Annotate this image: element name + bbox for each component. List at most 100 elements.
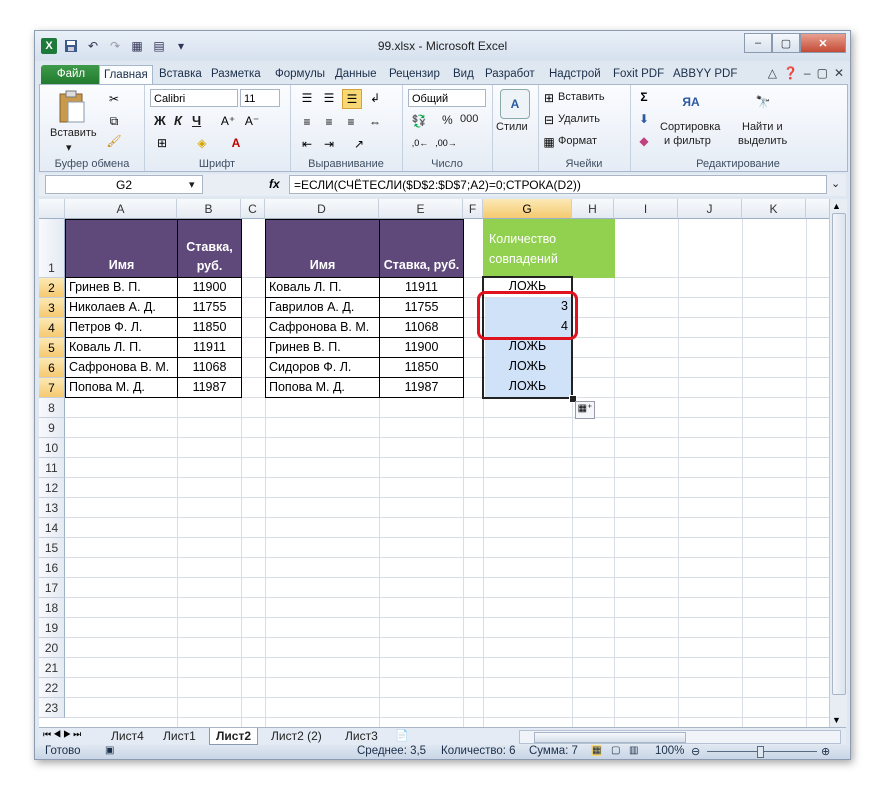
row-header-6[interactable]: 6 [39, 358, 65, 378]
table1-cell-name[interactable]: Петров Ф. Л. [65, 317, 178, 338]
borders-icon[interactable]: ⊞ [154, 135, 170, 151]
paste-button[interactable]: Вставить [50, 127, 97, 139]
row-header-12[interactable]: 12 [39, 478, 65, 498]
scroll-down-icon[interactable]: ▼ [832, 715, 841, 725]
find-select-line2[interactable]: выделить [738, 135, 787, 147]
orientation-icon[interactable]: ↗ [350, 135, 368, 153]
cut-icon[interactable]: ✂ [106, 91, 122, 107]
format-cells-button[interactable]: Формат [558, 135, 597, 147]
table2-cell-name[interactable]: Сафронова В. М. [265, 317, 380, 338]
macro-record-icon[interactable]: ▣ [105, 745, 114, 756]
close-button[interactable]: ✕ [800, 33, 846, 53]
col-header-h[interactable]: H [572, 199, 614, 219]
row-header-23[interactable]: 23 [39, 698, 65, 718]
increase-decimal-icon[interactable]: ,0← [410, 135, 430, 151]
decrease-decimal-icon[interactable]: ,00→ [435, 135, 457, 151]
align-left-icon[interactable]: ≡ [298, 113, 316, 131]
decrease-indent-icon[interactable]: ⇤ [298, 135, 316, 153]
table1-cell-name[interactable]: Николаев А. Д. [65, 297, 178, 318]
row-header-8[interactable]: 8 [39, 398, 65, 418]
table2-cell-name[interactable]: Сидоров Ф. Л. [265, 357, 380, 378]
horizontal-scrollbar[interactable] [519, 730, 841, 744]
format-painter-icon[interactable]: 🖌 [106, 133, 122, 149]
sheet-tab[interactable]: Лист2 (2) [265, 728, 328, 744]
tab-formulas[interactable]: Формулы [271, 65, 329, 84]
doc-minimize-icon[interactable]: – [804, 66, 811, 80]
doc-restore-icon[interactable]: ▢ [817, 66, 828, 80]
name-box-dropdown-icon[interactable]: ▾ [189, 178, 195, 191]
insert-function-button[interactable]: fx [269, 177, 280, 191]
format-cells-icon[interactable]: ▦ [542, 135, 556, 149]
zoom-in-icon[interactable]: ⊕ [821, 745, 830, 758]
col-header-d[interactable]: D [265, 199, 379, 219]
delete-cells-icon[interactable]: ⊟ [542, 113, 556, 127]
table2-cell-name[interactable]: Гринев В. П. [265, 337, 380, 358]
scroll-up-icon[interactable]: ▲ [832, 201, 841, 211]
clear-icon[interactable]: ◆ [636, 133, 652, 149]
table2-cell-name[interactable]: Гаврилов А. Д. [265, 297, 380, 318]
page-layout-view-icon[interactable]: ▢ [611, 745, 620, 756]
row-header-15[interactable]: 15 [39, 538, 65, 558]
tab-foxit-pdf[interactable]: Foxit PDF [609, 65, 668, 84]
align-middle-icon[interactable]: ☰ [320, 89, 338, 107]
maximize-button[interactable]: ▢ [772, 33, 800, 53]
sort-filter-line1[interactable]: Сортировка [660, 121, 720, 133]
row-header-16[interactable]: 16 [39, 558, 65, 578]
row-header-13[interactable]: 13 [39, 498, 65, 518]
row-header-14[interactable]: 14 [39, 518, 65, 538]
col-header-j[interactable]: J [678, 199, 742, 219]
col-header-f[interactable]: F [463, 199, 483, 219]
table2-cell-rate[interactable]: 11850 [379, 357, 464, 378]
tab-home[interactable]: Главная [99, 65, 153, 85]
table1-cell-name[interactable]: Гринев В. П. [65, 277, 178, 298]
tab-file[interactable]: Файл [41, 65, 101, 84]
tab-review[interactable]: Рецензир [385, 65, 444, 84]
thousands-button[interactable]: 000 [460, 113, 478, 125]
formula-input[interactable]: =ЕСЛИ(СЧЁТЕСЛИ($D$2:$D$7;A2)=0;СТРОКА(D2… [289, 175, 827, 194]
percent-button[interactable]: % [442, 113, 453, 127]
minimize-button[interactable]: – [744, 33, 772, 53]
page-break-view-icon[interactable]: ▥ [629, 745, 638, 756]
table2-cell-rate[interactable]: 11987 [379, 377, 464, 398]
align-center-icon[interactable]: ≡ [320, 113, 338, 131]
tab-insert[interactable]: Вставка [155, 65, 206, 84]
minimize-ribbon-icon[interactable]: △ [768, 66, 777, 80]
autofill-options-icon[interactable]: ▦⁺ [575, 401, 595, 419]
table1-header-name[interactable]: Имя [65, 219, 178, 278]
table1-cell-name[interactable]: Сафронова В. М. [65, 357, 178, 378]
align-top-icon[interactable]: ☰ [298, 89, 316, 107]
increase-indent-icon[interactable]: ⇥ [320, 135, 338, 153]
find-select-icon[interactable]: 🔭 [748, 87, 778, 117]
new-sheet-icon[interactable]: 📄 [395, 729, 409, 742]
bold-button[interactable]: Ж [154, 113, 166, 128]
row-header-5[interactable]: 5 [39, 338, 65, 358]
sheet-tab[interactable]: Лист1 [157, 728, 202, 744]
match-header[interactable]: Количество совпадений [483, 219, 615, 278]
table1-header-rate[interactable]: Ставка, руб. [177, 219, 242, 278]
autosum-icon[interactable]: Σ [636, 89, 652, 105]
col-header-e[interactable]: E [379, 199, 463, 219]
col-header-g[interactable]: G [483, 199, 572, 219]
col-header-k[interactable]: K [742, 199, 806, 219]
row-header-20[interactable]: 20 [39, 638, 65, 658]
help-icon[interactable]: ❓ [783, 66, 798, 80]
row-header-18[interactable]: 18 [39, 598, 65, 618]
fill-color-icon[interactable]: ◈ [194, 135, 210, 151]
styles-icon[interactable]: A [500, 89, 530, 119]
tab-addins[interactable]: Надстрой [545, 65, 605, 84]
name-box[interactable]: G2 [45, 175, 203, 194]
select-all-corner[interactable] [39, 199, 65, 219]
font-shrink-icon[interactable]: A⁻ [244, 113, 260, 129]
table2-cell-rate[interactable]: 11755 [379, 297, 464, 318]
col-header-i[interactable]: I [614, 199, 678, 219]
row-header-3[interactable]: 3 [39, 298, 65, 318]
table1-cell-name[interactable]: Коваль Л. П. [65, 337, 178, 358]
underline-button[interactable]: Ч [192, 113, 201, 128]
copy-icon[interactable]: ⧉ [106, 113, 122, 129]
table1-cell-rate[interactable]: 11900 [177, 277, 242, 298]
table2-cell-name[interactable]: Попова М. Д. [265, 377, 380, 398]
sort-filter-icon[interactable]: ЯА [676, 87, 706, 117]
font-color-icon[interactable]: A [228, 135, 244, 151]
table1-cell-rate[interactable]: 11850 [177, 317, 242, 338]
col-header-b[interactable]: B [177, 199, 241, 219]
